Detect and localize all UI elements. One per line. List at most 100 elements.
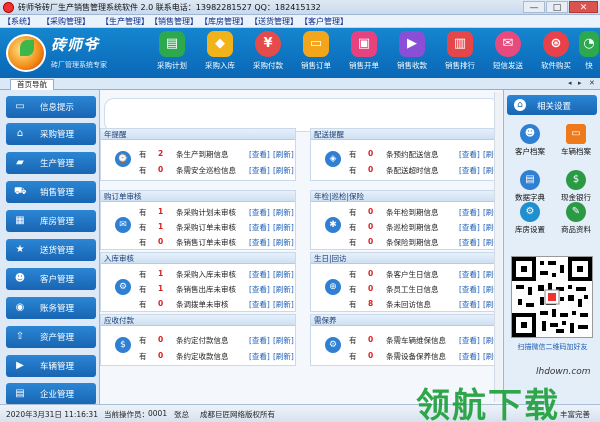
menu-delivery[interactable]: 【送货管理】	[250, 16, 298, 27]
view-link[interactable]: [查看]	[459, 284, 480, 295]
app-icon	[3, 2, 14, 13]
menu-production[interactable]: 【生产管理】	[101, 16, 149, 27]
list-item: 有 0 条员工生日信息 [查看] [刷新]	[349, 284, 502, 295]
sidebar-item-customer[interactable]: ☻ 客户管理	[6, 268, 96, 290]
toolbar-purchase-plan[interactable]: ▤ 采购计划	[148, 30, 196, 76]
sidebar-item-info[interactable]: ▭ 信息提示	[6, 96, 96, 118]
panel-inspection: 年检|巡检|保险 ✱ 有 0 条年检到期信息 [查看] [刷新] 有 0 条巡检到期信息 [查…	[310, 190, 502, 250]
toolbar-sales-rank[interactable]: ▥ 销售排行	[436, 30, 484, 76]
product-data-button[interactable]: ✎ 商品资料	[554, 202, 598, 236]
view-link[interactable]: [查看]	[249, 207, 270, 218]
clipboard-icon: ▤	[159, 31, 185, 57]
view-link[interactable]: [查看]	[249, 165, 270, 176]
tab-home-nav[interactable]: 首页导航	[10, 79, 54, 90]
logo-name: 砖师爷	[51, 36, 100, 54]
view-link[interactable]: [查看]	[249, 299, 270, 310]
view-link[interactable]: [查看]	[459, 269, 480, 280]
view-link[interactable]: [查看]	[249, 335, 270, 346]
list-item: 有 1 条采购订单未审核 [查看] [刷新]	[139, 222, 294, 233]
sidebar-item-assets[interactable]: ⇧ 资产管理	[6, 326, 96, 348]
play-icon: ▶	[399, 31, 425, 57]
refresh-link[interactable]: [刷新]	[273, 165, 294, 176]
refresh-link[interactable]: [刷新]	[273, 335, 294, 346]
menu-warehouse[interactable]: 【库房管理】	[200, 16, 248, 27]
warehouse-settings-button[interactable]: ⚙ 库房设置	[508, 202, 552, 236]
view-link[interactable]: [查看]	[459, 207, 480, 218]
view-link[interactable]: [查看]	[249, 284, 270, 295]
toolbar-sales-bill[interactable]: ▣ 销售开单	[340, 30, 388, 76]
list-item: 有 0 条客户生日信息 [查看] [刷新]	[349, 269, 502, 280]
panel-title: 年提醒	[101, 129, 295, 140]
home-icon: ⌂	[16, 128, 24, 139]
refresh-link[interactable]: [刷新]	[273, 299, 294, 310]
sidebar-item-warehouse[interactable]: ▦ 库房管理	[6, 210, 96, 232]
maximize-button[interactable]: □	[546, 1, 568, 13]
list-item: 有 1 条销售出库未审核 [查看] [刷新]	[139, 284, 294, 295]
view-link[interactable]: [查看]	[459, 237, 480, 248]
car-icon: ▶	[16, 360, 24, 371]
toolbar-sales-collect[interactable]: ▶ 销售收款	[388, 30, 436, 76]
view-link[interactable]: [查看]	[249, 222, 270, 233]
sidebar-item-purchase[interactable]: ⌂ 采购管理	[6, 123, 96, 145]
menu-system[interactable]: 【系统】	[3, 16, 35, 27]
home-icon: ⌂	[514, 99, 526, 111]
toolbar-purchase-in[interactable]: ◆ 采购入库	[196, 30, 244, 76]
tab-prev-arrow-icon[interactable]: ◂	[568, 79, 572, 87]
toolbar-buy[interactable]: ⊛ 软件购买	[532, 30, 580, 76]
view-link[interactable]: [查看]	[249, 351, 270, 362]
sidebar-item-enterprise[interactable]: ▤ 企业管理	[6, 383, 96, 405]
refresh-link[interactable]: [刷新]	[273, 351, 294, 362]
refresh-link[interactable]: [刷新]	[273, 269, 294, 280]
barchart-icon: ▥	[447, 31, 473, 57]
view-link[interactable]: [查看]	[459, 165, 480, 176]
top-banner-area	[104, 98, 500, 132]
menu-customer[interactable]: 【客户管理】	[300, 16, 348, 27]
gear-icon: ⚙	[520, 202, 540, 222]
view-link[interactable]: [查看]	[459, 299, 480, 310]
bank-icon: $	[566, 170, 586, 190]
tab-next-arrow-icon[interactable]: ▸	[578, 79, 582, 87]
sidebar-item-sales[interactable]: ⛟ 销售管理	[6, 181, 96, 203]
refresh-link[interactable]: [刷新]	[273, 207, 294, 218]
view-link[interactable]: [查看]	[249, 149, 270, 160]
list-item: 有 1 条采购入库未审核 [查看] [刷新]	[139, 269, 294, 280]
toolbar-quick[interactable]: ◔ 快	[578, 30, 600, 76]
refresh-link[interactable]: [刷新]	[273, 222, 294, 233]
list-item: 有 0 条约定收款信息 [查看] [刷新]	[139, 351, 294, 362]
panel-order-review: 购订单审核 ✉ 有 1 条采购计划未审核 [查看] [刷新] 有 1 条采购订单未审核 [查看…	[100, 190, 296, 250]
list-item: 有 0 条调拨单未审核 [查看] [刷新]	[139, 299, 294, 310]
list-item: 有 0 条约定付款信息 [查看] [刷新]	[139, 335, 294, 346]
toolbar-purchase-pay[interactable]: ¥ 采购付款	[244, 30, 292, 76]
toolbar-sms[interactable]: ✉ 短信发送	[484, 30, 532, 76]
cash-bank-button[interactable]: $ 现金银行	[554, 170, 598, 204]
data-dictionary-button[interactable]: ▤ 数据字典	[508, 170, 552, 204]
sidebar: ▭ 信息提示 ⌂ 采购管理 ▰ 生产管理 ⛟ 销售管理 ▦ 库房管理 ★ 送货管理 ☻ 客户管…	[0, 90, 100, 405]
sidebar-item-delivery[interactable]: ★ 送货管理	[6, 239, 96, 261]
sidebar-item-accounts[interactable]: ◉ 账务管理	[6, 297, 96, 319]
list-item: 有 1 条采购计划未审核 [查看] [刷新]	[139, 207, 294, 218]
view-link[interactable]: [查看]	[459, 149, 480, 160]
refresh-link[interactable]: [刷新]	[273, 149, 294, 160]
view-link[interactable]: [查看]	[459, 335, 480, 346]
toolbar-sales-order[interactable]: ▭ 销售订单	[292, 30, 340, 76]
status-company: 成都巨匠网络版权所有	[200, 410, 275, 419]
close-button[interactable]: ✕	[569, 1, 598, 13]
view-link[interactable]: [查看]	[249, 269, 270, 280]
menu-purchase[interactable]: 【采购管理】	[42, 16, 90, 27]
sidebar-item-vehicles[interactable]: ▶ 车辆管理	[6, 355, 96, 377]
refresh-link[interactable]: [刷新]	[273, 284, 294, 295]
view-link[interactable]: [查看]	[459, 222, 480, 233]
sidebar-item-production[interactable]: ▰ 生产管理	[6, 152, 96, 174]
status-operator-name: 张总	[174, 410, 189, 419]
customer-archive-button[interactable]: ☻ 客户档案	[508, 124, 552, 158]
yen-pin-icon: ¥	[255, 31, 281, 57]
menu-sales[interactable]: 【销售管理】	[150, 16, 198, 27]
tab-close-icon[interactable]: ✕	[589, 79, 595, 87]
users-icon: ☻	[520, 124, 540, 144]
list-item: 有 0 条需车辆维保信息 [查看] [刷新]	[349, 335, 502, 346]
cart-icon: ⛟	[14, 186, 27, 197]
minimize-button[interactable]: —	[523, 1, 545, 13]
vehicle-archive-button[interactable]: ▭ 车辆档案	[554, 124, 598, 158]
view-link[interactable]: [查看]	[249, 237, 270, 248]
refresh-link[interactable]: [刷新]	[273, 237, 294, 248]
